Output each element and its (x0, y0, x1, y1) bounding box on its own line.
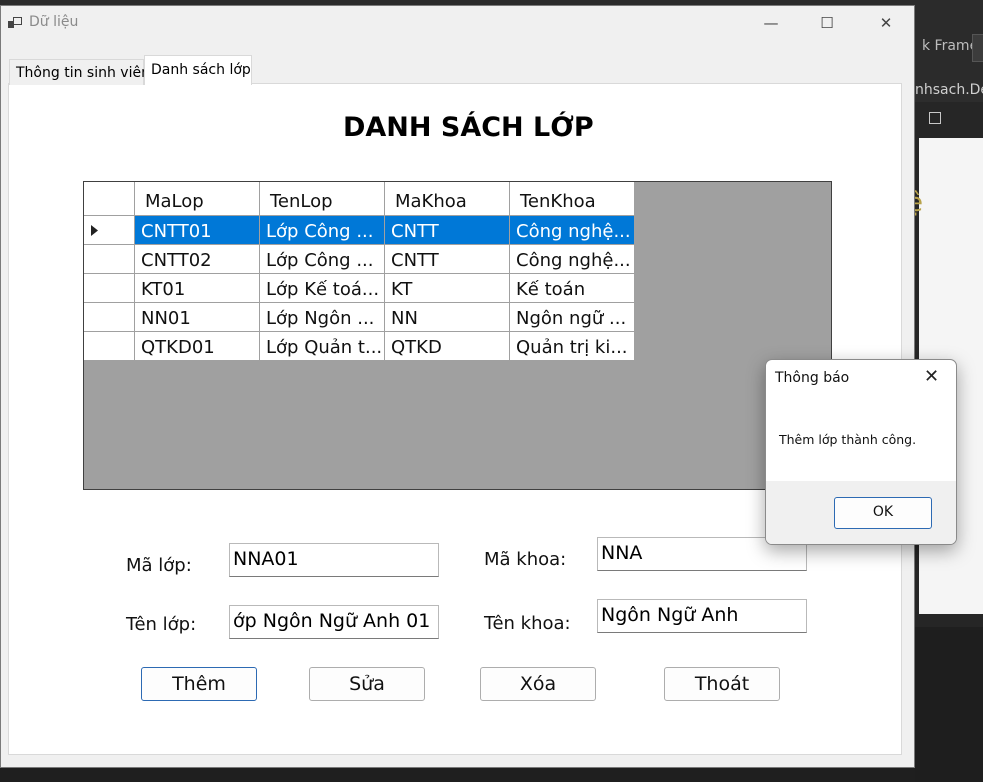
table-cell[interactable]: CNTT (385, 245, 510, 274)
dialog-close-button[interactable]: ✕ (924, 366, 939, 387)
window-title: Dữ liệu (29, 14, 79, 30)
ten-lop-input[interactable]: ớp Ngôn Ngữ Anh 01 (229, 605, 439, 639)
column-header-tenlop[interactable]: TenLop (260, 182, 385, 216)
table-cell[interactable]: Lớp Công ... (260, 245, 385, 274)
ide-frame-dropdown[interactable] (972, 34, 983, 62)
table-cell[interactable]: Lớp Quản t... (260, 332, 385, 361)
table-cell[interactable]: QTKD (385, 332, 510, 361)
table-cell[interactable]: Quản trị ki... (510, 332, 635, 361)
ide-maximize-icon (929, 112, 941, 124)
ma-khoa-label: Mã khoa: (484, 549, 567, 570)
delete-button[interactable]: Xóa (480, 667, 596, 701)
ma-lop-input[interactable]: NNA01 (229, 543, 439, 577)
table-cell[interactable]: Lớp Công ... (260, 216, 385, 245)
row-header[interactable] (84, 245, 135, 274)
message-dialog: Thông báo ✕ Thêm lớp thành công. OK (765, 359, 957, 545)
ide-output-panel (915, 630, 983, 782)
row-header[interactable] (84, 332, 135, 361)
table-cell[interactable]: QTKD01 (135, 332, 260, 361)
table-cell[interactable]: CNTT01 (135, 216, 260, 245)
table-cell[interactable]: Lớp Ngôn ... (260, 303, 385, 332)
ten-khoa-input[interactable]: Ngôn Ngữ Anh (597, 599, 807, 633)
table-cell[interactable]: NN (385, 303, 510, 332)
table-cell[interactable]: NN01 (135, 303, 260, 332)
row-header[interactable] (84, 274, 135, 303)
row-header-selected[interactable] (84, 216, 135, 245)
column-header-tenkhoa[interactable]: TenKhoa (510, 182, 635, 216)
add-button[interactable]: Thêm (141, 667, 257, 701)
title-bar[interactable]: Dữ liệu — ☐ ✕ (1, 6, 914, 42)
ma-lop-label: Mã lớp: (126, 555, 192, 576)
close-button[interactable]: ✕ (857, 6, 914, 40)
table-cell[interactable]: CNTT02 (135, 245, 260, 274)
page-title: DANH SÁCH LỚP (343, 112, 594, 143)
dialog-ok-button[interactable]: OK (834, 497, 932, 529)
edit-button[interactable]: Sửa (309, 667, 425, 701)
exit-button[interactable]: Thoát (664, 667, 780, 701)
row-header[interactable] (84, 303, 135, 332)
app-icon (8, 17, 22, 28)
current-row-arrow-icon (91, 225, 98, 236)
table-cell[interactable]: Kế toán (510, 274, 635, 303)
dialog-title: Thông báo (775, 370, 850, 386)
ten-khoa-label: Tên khoa: (484, 613, 571, 634)
grid-corner-header (84, 182, 135, 216)
table-cell[interactable]: Ngôn ngữ ... (510, 303, 635, 332)
ide-document-tab[interactable]: nhsach.Des (915, 82, 983, 98)
maximize-button[interactable]: ☐ (798, 6, 856, 40)
table-cell[interactable]: KT (385, 274, 510, 303)
class-data-grid[interactable]: MaLop TenLop MaKhoa TenKhoa CNTT01 Lớp C… (83, 181, 832, 490)
table-cell[interactable]: Công nghệ... (510, 216, 635, 245)
tab-danh-sach-lop[interactable]: Danh sách lớp (144, 55, 252, 85)
table-cell[interactable]: Công nghệ... (510, 245, 635, 274)
table-cell[interactable]: KT01 (135, 274, 260, 303)
column-header-makhoa[interactable]: MaKhoa (385, 182, 510, 216)
ten-lop-label: Tên lớp: (126, 614, 197, 635)
table-cell[interactable]: Lớp Kế toá... (260, 274, 385, 303)
table-cell[interactable]: CNTT (385, 216, 510, 245)
tab-thong-tin-sinh-vien[interactable]: Thông tin sinh viên (9, 59, 150, 85)
minimize-button[interactable]: — (742, 6, 800, 40)
dialog-message: Thêm lớp thành công. (779, 432, 917, 447)
column-header-malop[interactable]: MaLop (135, 182, 260, 216)
